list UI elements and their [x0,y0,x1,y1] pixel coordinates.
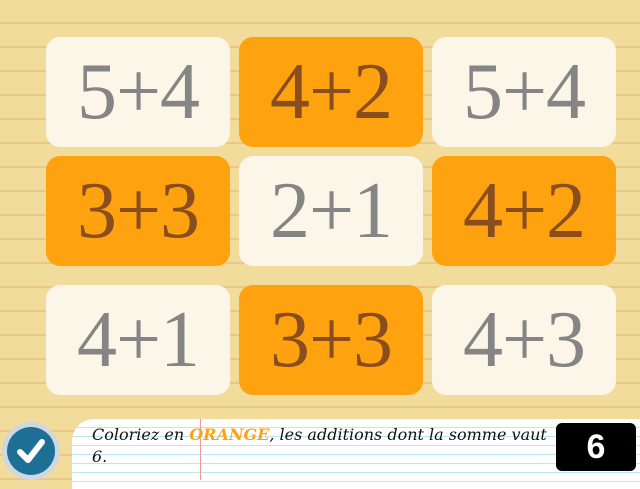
instruction-text: Coloriez en ORANGE, les additions dont l… [92,424,554,468]
instruction-color-word: ORANGE [189,425,270,444]
check-button-face [7,427,55,475]
instruction-prefix: Coloriez en [92,425,190,444]
tile-6[interactable]: 4+2 [432,156,616,266]
tile-3[interactable]: 5+4 [432,37,616,147]
tile-8[interactable]: 3+3 [239,285,423,395]
target-sum-box: 6 [556,423,636,471]
tile-2[interactable]: 4+2 [239,37,423,147]
tile-4[interactable]: 3+3 [46,156,230,266]
tile-7[interactable]: 4+1 [46,285,230,395]
tile-1[interactable]: 5+4 [46,37,230,147]
check-button[interactable] [2,422,60,480]
tile-9[interactable]: 4+3 [432,285,616,395]
checkmark-icon [17,439,45,463]
tile-5[interactable]: 2+1 [239,156,423,266]
